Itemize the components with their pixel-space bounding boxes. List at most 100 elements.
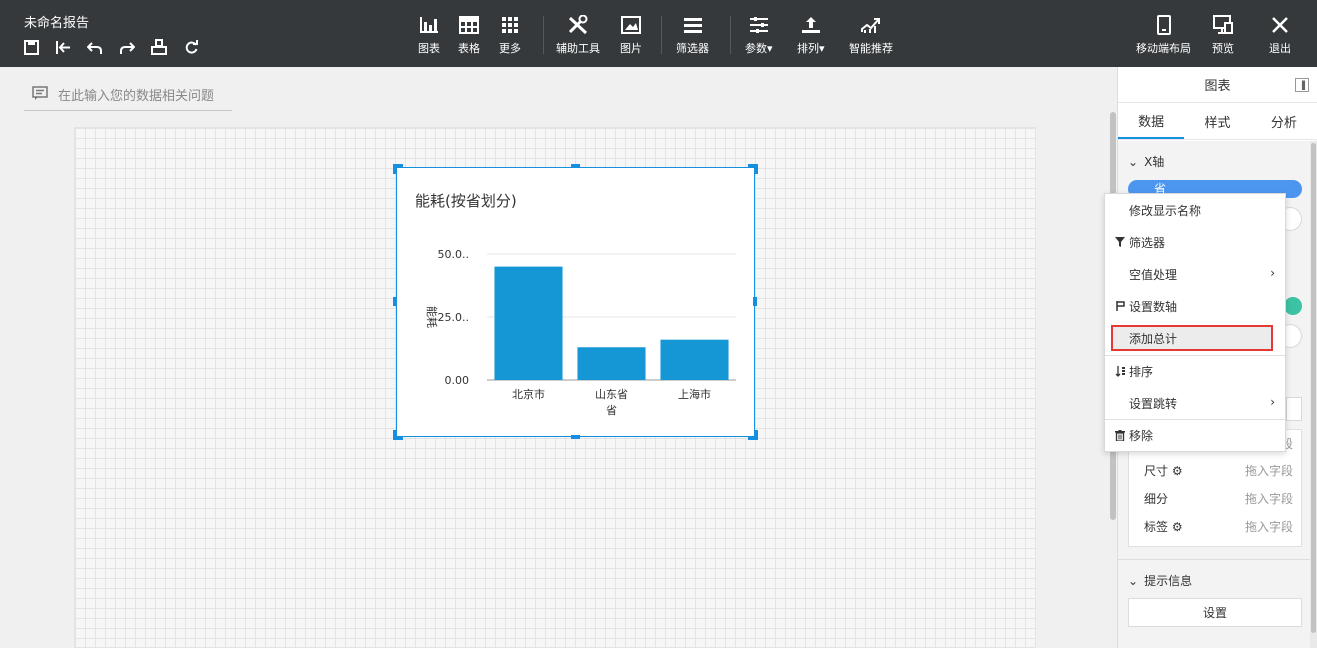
tool-assist[interactable]: 辅助工具 [556,14,600,56]
tab-data[interactable]: 数据 [1118,103,1185,139]
marks-label: 标签 ⚙ [1144,519,1183,534]
xaxis-section-header[interactable]: ⌄ X轴 [1128,153,1164,170]
bar-chart: 0.00 25.0.. 50.0.. 能耗北京市 山东省省 上海市 [425,248,736,417]
panel-header: 图表 ▐ [1118,67,1317,103]
menu-item-set-axis[interactable]: 设置数轴 [1105,292,1285,320]
top-toolbar: 未命名报告 图表 表格 更多 辅助工具 图片 筛选器 参数▾ 排列▾ 智能推荐 … [0,0,1317,67]
refresh-icon[interactable] [182,38,200,56]
redo-icon[interactable] [118,38,136,56]
params-icon [749,14,769,36]
y-tick-label: 50.0.. [438,248,470,261]
tool-exit[interactable]: 退出 [1269,14,1291,56]
axis-icon [1113,299,1127,313]
marks-row-size[interactable]: 尺寸 ⚙ 拖入字段 [1129,456,1301,484]
filter-list-icon [683,14,703,36]
tool-table[interactable]: 表格 [458,14,480,56]
resize-handle-right[interactable] [753,297,757,306]
resize-handle-top-left[interactable] [393,164,403,174]
divider [1118,559,1310,560]
image-icon [621,14,641,36]
marks-row-label[interactable]: 标签 ⚙ 拖入字段 [1129,512,1301,540]
question-placeholder: 在此输入您的数据相关问题 [58,89,215,104]
toolbar-separator [661,16,662,54]
x-tick-label: 上海市 [678,387,711,401]
field-context-menu: 修改显示名称 筛选器 空值处理 › 设置数轴 添加总计 排序 设置跳转 › 移除 [1104,193,1286,452]
funnel-icon [1113,235,1127,249]
resize-handle-left[interactable] [393,297,397,306]
save-icon[interactable] [22,38,40,56]
resize-handle-top-right[interactable] [748,164,758,174]
menu-item-null-handling[interactable]: 空值处理 › [1105,260,1285,288]
undo-icon[interactable] [86,38,104,56]
menu-divider [1105,419,1285,420]
panel-title: 图表 [1204,79,1231,94]
question-input[interactable]: 在此输入您的数据相关问题 [24,79,232,111]
tool-mobile-layout[interactable]: 移动端布局 [1136,14,1191,56]
trash-icon [1113,428,1127,442]
resize-handle-bottom-right[interactable] [748,430,758,440]
tab-style[interactable]: 样式 [1184,103,1250,139]
tool-smart-recommend[interactable]: 智能推荐 [849,14,893,56]
resize-handle-bottom[interactable] [571,435,580,439]
marks-label: 尺寸 ⚙ [1144,463,1183,478]
chevron-down-icon: ⌄ [1128,154,1139,169]
x-tick-label: 省 [606,404,617,417]
tooltip-section-label: 提示信息 [1144,574,1193,588]
collapse-panel-icon[interactable]: ▐ [1295,78,1309,92]
menu-item-jump[interactable]: 设置跳转 › [1105,389,1285,417]
tool-image[interactable]: 图片 [620,14,642,56]
menu-divider [1105,355,1285,356]
menu-item-remove[interactable]: 移除 [1105,421,1285,449]
xaxis-section-label: X轴 [1144,155,1165,169]
x-tick-label: 北京市 [512,387,545,401]
report-title[interactable]: 未命名报告 [24,12,89,31]
drop-field-hint: 拖入字段 [1244,463,1293,478]
menu-item-filter[interactable]: 筛选器 [1105,228,1285,256]
menu-item-add-total[interactable]: 添加总计 [1111,325,1273,351]
bar [660,339,729,380]
drop-field-hint: 拖入字段 [1244,519,1293,534]
preview-icon [1213,14,1233,36]
menu-item-label: 排序 [1129,364,1154,379]
tool-more[interactable]: 更多 [499,14,521,56]
bar [577,347,646,380]
tool-arrange[interactable]: 排列▾ [797,14,825,56]
marks-row-detail[interactable]: 细分 拖入字段 [1129,484,1301,512]
mobile-icon [1156,14,1171,36]
tool-filter[interactable]: 筛选器 [676,14,709,56]
menu-item-label: 添加总计 [1129,331,1178,346]
y-axis-label: 能耗 [425,306,439,328]
chevron-right-icon: › [1270,395,1275,409]
format-painter-icon[interactable] [150,38,168,56]
tab-analysis[interactable]: 分析 [1251,103,1317,139]
drop-field-hint: 拖入字段 [1244,491,1293,506]
menu-item-label: 筛选器 [1129,235,1166,250]
gear-icon[interactable]: ⚙ [1172,464,1183,478]
tooltip-setting-button[interactable]: 设置 [1128,598,1302,627]
resize-handle-bottom-left[interactable] [393,430,403,440]
resize-handle-top[interactable] [571,164,580,168]
yaxis-field-pill[interactable] [1284,297,1302,315]
tooltip-section-header[interactable]: ⌄ 提示信息 [1128,572,1192,589]
x-tick-label: 山东省 [595,388,628,401]
tool-chart[interactable]: 图表 [418,14,440,56]
back-icon[interactable] [54,38,72,56]
tools-icon [567,14,589,36]
quick-actions [22,38,200,56]
chart-widget[interactable]: 能耗(按省划分) 0.00 25.0.. 50.0.. 能耗 北京市 山东省省上海市 [396,167,755,437]
tool-preview[interactable]: 预览 [1212,14,1234,56]
menu-item-sort[interactable]: 排序 [1105,357,1285,385]
gear-icon[interactable]: ⚙ [1172,520,1183,534]
toolbar-separator [730,16,731,54]
panel-scrollbar[interactable] [1310,141,1317,648]
menu-item-rename[interactable]: 修改显示名称 [1105,196,1285,224]
table-icon [459,14,479,36]
grid-more-icon [501,14,519,36]
bar-chart-icon [419,14,439,36]
comment-icon [32,85,48,104]
chevron-right-icon: › [1270,266,1275,280]
sort-icon [1113,364,1127,378]
tool-params[interactable]: 参数▾ [745,14,773,56]
dropdown-partial[interactable] [1286,397,1302,421]
menu-item-label: 修改显示名称 [1129,203,1202,218]
